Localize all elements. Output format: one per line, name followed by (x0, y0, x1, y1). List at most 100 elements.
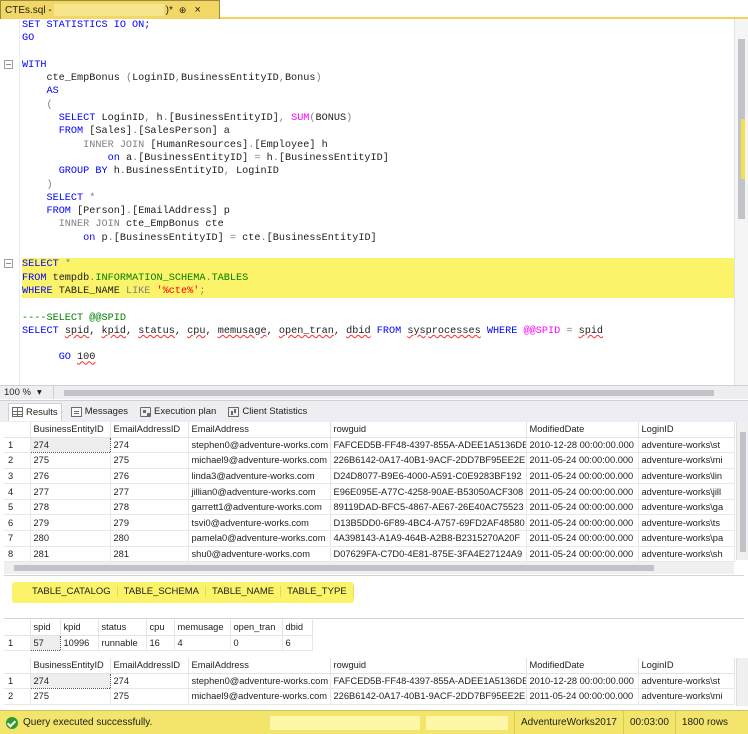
tab-results[interactable]: Results (8, 402, 62, 421)
grid-cell[interactable]: 274 (29, 436, 111, 454)
grid-cell[interactable]: stephen0@adventure-works.com (188, 673, 331, 690)
table-row[interactable]: 2 275 275 michael9@adventure-works.com 226B6… (4, 688, 735, 705)
grid-cell[interactable]: 275 (110, 688, 189, 705)
grid-vertical-scrollbar[interactable] (736, 422, 748, 560)
grid-cell[interactable]: D07629FA-C7D0-4E81-875E-3FA4E27124A9 (330, 546, 527, 563)
grid-cell[interactable]: E96E095E-A77C-4258-90AE-B53050ACF308 (330, 483, 527, 500)
column-header[interactable]: open_tran (230, 620, 283, 636)
result-grid-sysprocesses[interactable]: spid kpid status cpu memusage open_tran dbid 1… (4, 620, 313, 652)
close-icon[interactable]: × (194, 4, 200, 16)
grid-cell[interactable]: 280 (110, 530, 189, 547)
column-header[interactable]: TABLE_CATALOG (26, 586, 118, 597)
grid-cell[interactable]: adventure-works\ga (638, 499, 735, 516)
code-line[interactable] (22, 245, 734, 258)
grid-cell[interactable]: tsvi0@adventure-works.com (188, 514, 331, 532)
table-row[interactable]: 7 280 280 pamela0@adventure-works.com 4A3981… (4, 530, 735, 547)
grid-cell[interactable]: adventure-works\mi (638, 688, 735, 705)
document-tab[interactable]: CTEs.sql - )* ⊕ × (0, 0, 220, 19)
column-header[interactable]: BusinessEntityID (30, 658, 111, 674)
code-line[interactable] (22, 298, 734, 311)
grid-cell[interactable]: 276 (30, 468, 111, 485)
grid-cell[interactable]: D24D8077-B9E6-4000-A591-C0E9283BF192 (330, 468, 527, 485)
grid-cell[interactable]: garrett1@adventure-works.com (188, 499, 331, 516)
grid-horizontal-scrollbar[interactable] (4, 562, 734, 574)
grid-cell[interactable]: stephen0@adventure-works.com (188, 437, 331, 454)
row-number[interactable]: 1 (4, 673, 31, 690)
scrollbar-thumb[interactable] (740, 432, 746, 552)
code-area[interactable]: SET STATISTICS IO ON; GO − WITH cte_EmpBonu… (4, 19, 734, 385)
collapse-toggle-icon[interactable]: − (4, 259, 13, 269)
column-header[interactable]: LoginID (638, 658, 735, 674)
grid-cell[interactable]: 2011-05-24 00:00:00.000 (526, 688, 639, 705)
grid-cell[interactable]: michael9@adventure-works.com (188, 688, 331, 705)
column-header[interactable]: dbid (282, 620, 313, 636)
row-number[interactable]: 1 (4, 437, 31, 454)
table-row[interactable]: 8 281 281 shu0@adventure-works.com D07629FA-… (4, 546, 735, 563)
grid-cell[interactable]: FAFCED5B-FF48-4397-855A-ADEE1A5136DE (330, 673, 527, 690)
grid-cell[interactable]: 2011-05-24 00:00:00.000 (526, 483, 639, 500)
grid-cell[interactable]: 2011-05-24 00:00:00.000 (526, 452, 639, 469)
editor-horizontal-scrollbar[interactable] (54, 387, 748, 399)
column-header[interactable] (4, 658, 31, 674)
row-number[interactable]: 5 (4, 499, 31, 516)
grid-cell[interactable]: 281 (30, 546, 111, 563)
table-row[interactable]: 6 279 279 tsvi0@adventure-works.com D13B5DD0… (4, 514, 735, 532)
query-editor[interactable]: SET STATISTICS IO ON; GO − WITH cte_EmpBonu… (0, 19, 748, 385)
code-line[interactable]: SELECT LoginID, h.[BusinessEntityID], SU… (22, 112, 734, 125)
column-header[interactable]: EmailAddressID (110, 658, 189, 674)
table-row[interactable]: 4 277 277 jillian0@adventure-works.com E96E0… (4, 483, 735, 500)
code-line[interactable]: − SELECT * (4, 258, 734, 272)
zoom-dropdown[interactable]: 100 % ▾ (0, 386, 54, 399)
column-header[interactable]: TABLE_TYPE (281, 586, 354, 597)
grid-cell[interactable]: adventure-works\st (638, 437, 735, 454)
code-line[interactable]: ( (22, 99, 734, 112)
code-line[interactable]: SELECT * (22, 192, 734, 205)
code-line[interactable] (22, 338, 734, 351)
grid-cell[interactable]: 274 (110, 437, 189, 454)
code-line[interactable]: FROM [Person].[EmailAddress] p (22, 205, 734, 218)
scrollbar-thumb[interactable] (64, 389, 714, 396)
grid-cell[interactable]: jillian0@adventure-works.com (188, 483, 331, 500)
grid-cell[interactable]: adventure-works\sh (638, 546, 735, 563)
grid-cell[interactable]: 226B6142-0A17-40B1-9ACF-2DD7BF95EE2E (330, 688, 527, 705)
code-line[interactable]: − WITH (4, 59, 734, 72)
column-header[interactable]: kpid (60, 620, 99, 636)
grid-cell[interactable]: 2010-12-28 00:00:00.000 (526, 437, 639, 454)
grid-cell[interactable]: 277 (110, 483, 189, 500)
grid-cell[interactable]: 2011-05-24 00:00:00.000 (526, 468, 639, 485)
grid-cell[interactable]: 278 (30, 499, 111, 516)
row-number[interactable]: 6 (4, 514, 31, 532)
grid-cell[interactable]: 226B6142-0A17-40B1-9ACF-2DD7BF95EE2E (330, 452, 527, 469)
grid-cell[interactable]: adventure-works\mi (638, 452, 735, 469)
grid-cell[interactable]: 2011-05-24 00:00:00.000 (526, 530, 639, 547)
row-number[interactable]: 2 (4, 452, 31, 469)
code-line[interactable]: INNER JOIN cte_EmpBonus cte (22, 218, 734, 231)
grid-cell[interactable]: adventure-works\lin (638, 468, 735, 485)
table-row[interactable]: 1 274 274 stephen0@adventure-works.com FAFCE… (4, 436, 735, 454)
column-header[interactable]: TABLE_SCHEMA (118, 586, 206, 597)
row-number[interactable]: 4 (4, 483, 31, 500)
code-line[interactable]: ----SELECT @@SPID (22, 312, 734, 325)
code-line[interactable]: GO (22, 32, 734, 45)
column-header[interactable]: EmailAddress (188, 658, 331, 674)
code-line[interactable]: cte_EmpBonus (LoginID,BusinessEntityID,B… (22, 72, 734, 85)
grid-cell[interactable]: 89119DAD-BFC5-4867-AE67-26E40AC75523 (330, 499, 527, 516)
grid-cell[interactable]: adventure-works\jill (638, 483, 735, 500)
grid-cell[interactable]: 2011-05-24 00:00:00.000 (526, 514, 639, 532)
table-row[interactable]: 1 57 10996 runnable 16 4 0 6 (4, 634, 313, 652)
grid-cell[interactable]: runnable (98, 635, 147, 652)
code-line[interactable]: GROUP BY h.BusinessEntityID, LoginID (22, 165, 734, 178)
grid-cell[interactable]: 274 (110, 673, 189, 690)
grid-cell[interactable]: 2011-05-24 00:00:00.000 (526, 499, 639, 516)
column-header[interactable]: cpu (146, 620, 175, 636)
grid-cell[interactable]: adventure-works\st (638, 673, 735, 690)
code-line[interactable]: GO 100 (22, 351, 734, 364)
table-row[interactable]: 5 278 278 garrett1@adventure-works.com 89119… (4, 499, 735, 516)
column-header[interactable]: EmailAddress (188, 422, 331, 438)
column-header[interactable]: BusinessEntityID (30, 422, 111, 438)
column-header[interactable]: ModifiedDate (526, 422, 639, 438)
code-line[interactable]: on a.[BusinessEntityID] = h.[BusinessEnt… (22, 152, 734, 165)
grid-cell[interactable]: 4 (174, 635, 231, 652)
code-line[interactable]: on p.[BusinessEntityID] = cte.[BusinessE… (22, 232, 734, 245)
code-line[interactable]: INNER JOIN [HumanResources].[Employee] h (22, 139, 734, 152)
